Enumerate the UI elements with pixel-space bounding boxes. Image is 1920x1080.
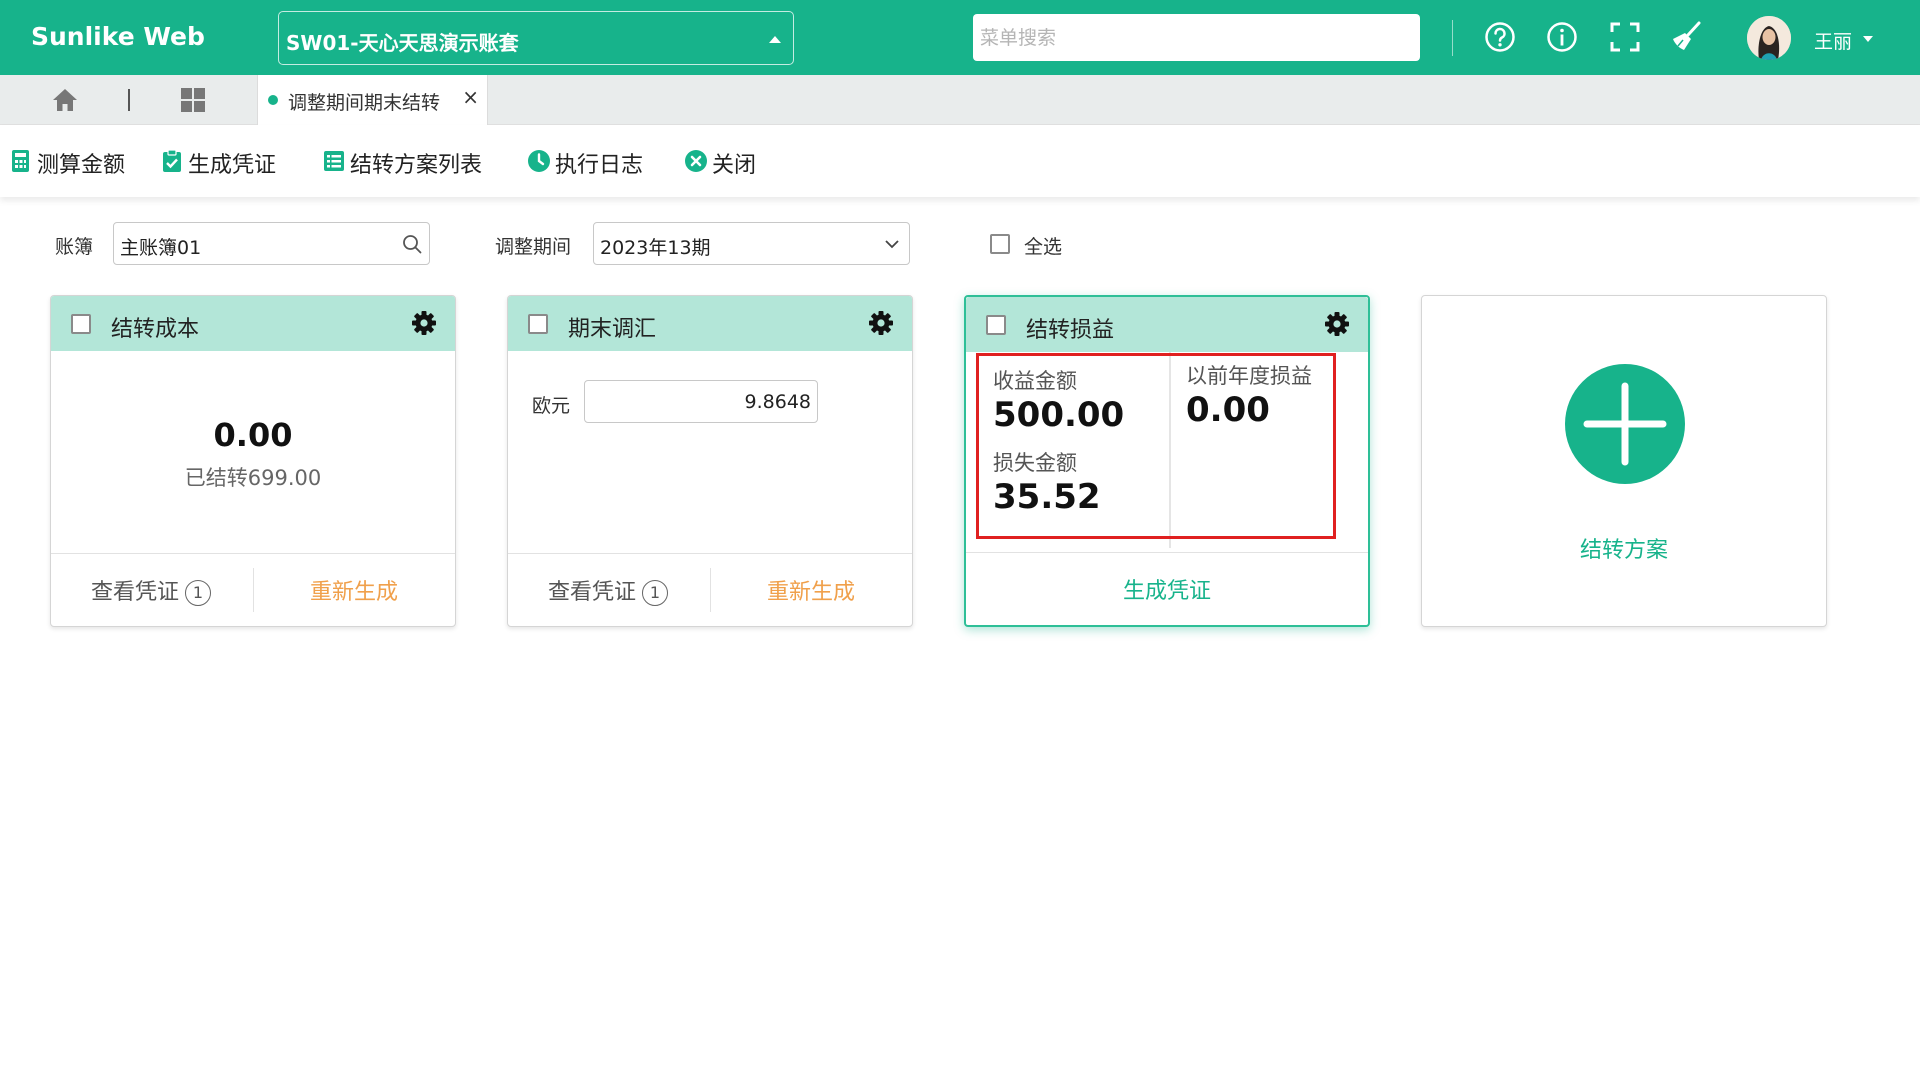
tab-separator <box>128 89 130 111</box>
active-dot-icon <box>268 95 278 105</box>
card-title: 期末调汇 <box>568 317 657 342</box>
generate-voucher-button[interactable]: 生成凭证 <box>160 147 280 178</box>
prior-year-label: 以前年度损益 <box>1186 364 1312 388</box>
select-all-label[interactable]: 全选 <box>1024 232 1062 259</box>
card-header: 结转损益 <box>966 297 1368 352</box>
card-footer: 查看凭证 1 重新生成 <box>508 553 912 626</box>
scheme-list-button[interactable]: 结转方案列表 <box>322 147 492 178</box>
card-period-end-exchange: 期末调汇 欧元 9.8648 查看凭证 1 重新生成 <box>507 295 913 627</box>
loss-label: 损失金额 <box>993 451 1077 475</box>
regenerate-button[interactable]: 重新生成 <box>710 574 912 606</box>
execution-log-button[interactable]: 执行日志 <box>527 147 647 178</box>
brand-logo: Sunlike Web <box>31 22 205 51</box>
fullscreen-icon[interactable] <box>1608 20 1642 54</box>
regenerate-button[interactable]: 重新生成 <box>253 574 455 606</box>
generate-voucher-label: 生成凭证 <box>188 153 277 178</box>
card-cost-transfer: 结转成本 0.00 已结转699.00 查看凭证 1 重新生成 <box>50 295 456 627</box>
top-bar: Sunlike Web SW01-天心天思演示账套 王丽 <box>0 0 1920 75</box>
ledger-label: 账簿 <box>55 236 94 258</box>
gear-icon[interactable] <box>1324 311 1350 337</box>
close-button[interactable]: 关闭 <box>684 147 764 178</box>
tab-strip: 调整期间期末结转 × <box>0 75 1920 125</box>
tab-label: 调整期间期末结转 <box>288 92 441 114</box>
clipboard-check-icon <box>163 149 181 172</box>
add-scheme-label[interactable]: 结转方案 <box>1422 532 1826 564</box>
ledger-field[interactable]: 主账簿01 <box>113 222 430 265</box>
broom-icon[interactable] <box>1670 20 1704 54</box>
regenerate-area: 重新生成 <box>253 554 455 626</box>
close-icon[interactable]: × <box>462 87 479 107</box>
card-header: 期末调汇 <box>508 296 912 351</box>
tab-period-end-transfer[interactable]: 调整期间期末结转 × <box>257 75 488 125</box>
loss-value: 35.52 <box>993 477 1101 517</box>
generate-voucher-button[interactable]: 生成凭证 <box>966 573 1368 605</box>
card-profit-loss-transfer: 结转损益 收益金额 500.00 以前年度损益 0.00 损失金额 35.52 … <box>964 295 1370 627</box>
add-scheme-button[interactable] <box>1565 364 1685 484</box>
cost-transferred: 已结转699.00 <box>184 466 322 490</box>
regenerate-area: 重新生成 <box>710 554 912 626</box>
card-checkbox[interactable] <box>528 314 548 334</box>
period-label: 调整期间 <box>495 236 572 258</box>
scheme-list-label: 结转方案列表 <box>350 153 483 178</box>
clock-icon <box>528 150 550 172</box>
execution-log-label: 执行日志 <box>555 153 644 178</box>
voucher-count-badge: 1 <box>642 580 669 606</box>
caret-up-icon <box>769 36 781 43</box>
toolbar: 测算金额 生成凭证 结转方案列表 执行日志 关闭 <box>0 125 1920 197</box>
view-voucher-area: 查看凭证 1 <box>508 554 710 626</box>
chevron-down-icon <box>885 240 899 249</box>
calculator-icon <box>12 150 29 172</box>
card-footer: 生成凭证 <box>966 552 1368 625</box>
info-icon[interactable] <box>1545 20 1579 54</box>
view-voucher-area: 查看凭证 1 <box>51 554 253 626</box>
account-set-select[interactable]: SW01-天心天思演示账套 <box>278 11 794 65</box>
list-icon <box>324 151 344 171</box>
income-value: 500.00 <box>993 395 1125 435</box>
period-value: 2023年13期 <box>600 237 711 259</box>
period-select[interactable]: 2023年13期 <box>593 222 910 265</box>
card-title: 结转损益 <box>1026 318 1115 343</box>
apps-grid-icon[interactable] <box>178 85 208 115</box>
card-footer: 查看凭证 1 重新生成 <box>51 553 455 626</box>
prior-year-value: 0.00 <box>1186 390 1270 430</box>
card-title: 结转成本 <box>111 317 200 342</box>
home-icon[interactable] <box>50 85 80 115</box>
top-divider <box>1452 20 1453 56</box>
currency-label: 欧元 <box>532 395 571 417</box>
avatar[interactable] <box>1747 16 1791 60</box>
card-header: 结转成本 <box>51 296 455 351</box>
select-all-checkbox[interactable] <box>990 234 1010 254</box>
gear-icon[interactable] <box>868 310 894 336</box>
card-add-scheme[interactable]: 结转方案 <box>1421 295 1827 627</box>
plus-icon <box>1583 382 1667 466</box>
menu-search-input[interactable] <box>973 14 1420 61</box>
close-circle-icon <box>685 150 707 172</box>
card-checkbox[interactable] <box>71 314 91 334</box>
view-voucher-button[interactable]: 查看凭证 1 <box>548 574 669 606</box>
view-voucher-button[interactable]: 查看凭证 1 <box>91 574 212 606</box>
calc-amount-button[interactable]: 测算金额 <box>9 147 129 178</box>
voucher-count-badge: 1 <box>185 580 212 606</box>
user-menu-caret-icon[interactable] <box>1863 36 1873 42</box>
help-icon[interactable] <box>1483 20 1517 54</box>
cost-amount: 0.00 <box>213 416 293 454</box>
exchange-rate-value: 9.8648 <box>744 391 811 413</box>
income-label: 收益金额 <box>993 369 1077 393</box>
search-icon[interactable] <box>401 233 423 255</box>
exchange-rate-input[interactable]: 9.8648 <box>584 380 818 423</box>
ledger-value: 主账簿01 <box>120 237 202 259</box>
account-set-value: SW01-天心天思演示账套 <box>286 31 519 55</box>
card-checkbox[interactable] <box>986 315 1006 335</box>
gear-icon[interactable] <box>411 310 437 336</box>
calc-amount-label: 测算金额 <box>37 153 126 178</box>
close-label: 关闭 <box>712 153 757 178</box>
user-name[interactable]: 王丽 <box>1814 27 1852 54</box>
